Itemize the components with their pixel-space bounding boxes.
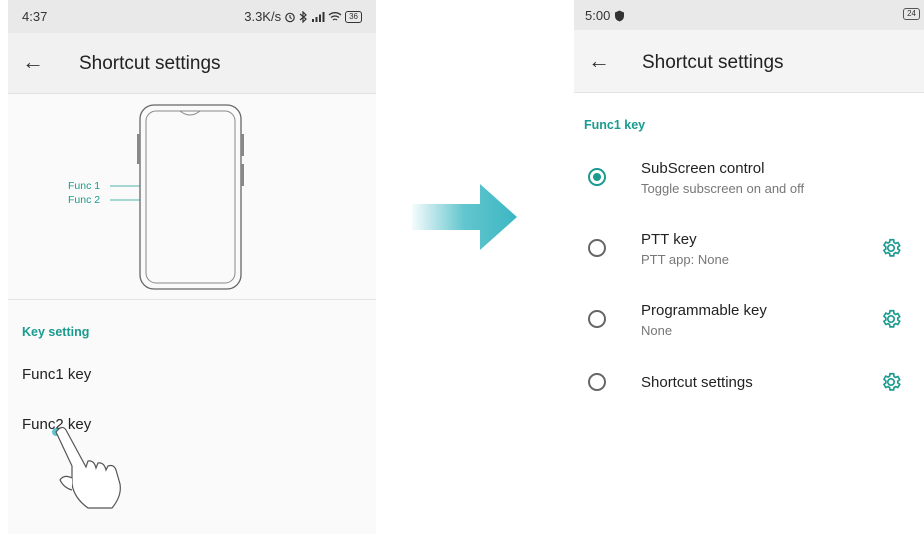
radio-button[interactable] [588, 239, 606, 257]
gear-icon[interactable] [880, 371, 902, 393]
section-label: Func1 key [584, 118, 646, 132]
status-icons: 3.3K/s 36 [244, 9, 362, 24]
gear-icon[interactable] [880, 237, 902, 259]
option-subtitle: Toggle subscreen on and off [641, 181, 805, 196]
back-arrow-icon[interactable]: ← [588, 48, 610, 74]
page-title: Shortcut settings [642, 52, 784, 73]
gear-icon[interactable] [880, 308, 902, 330]
shield-icon [615, 10, 625, 21]
phone-outline-illustration [110, 104, 244, 290]
status-time: 5:00 [585, 8, 611, 23]
signal-icon [312, 12, 325, 22]
page-title: Shortcut settings [79, 53, 221, 74]
status-bar: 5:00 24 [574, 0, 924, 30]
func2-label: Func 2 [68, 194, 101, 206]
bluetooth-icon [299, 10, 307, 23]
radio-button[interactable] [588, 373, 606, 391]
app-bar: ← Shortcut settings [574, 30, 924, 93]
section-label: Key setting [22, 325, 90, 339]
option-subtitle: PTT app: None [641, 252, 729, 267]
back-arrow-icon[interactable]: ← [22, 49, 44, 75]
option-ptt-key[interactable]: PTT key PTT app: None [574, 221, 924, 277]
network-speed: 3.3K/s [244, 9, 282, 24]
status-bar: 4:37 3.3K/s 36 [8, 0, 376, 33]
alarm-icon [285, 12, 295, 22]
option-programmable-key[interactable]: Programmable key None [574, 292, 924, 348]
radio-button-selected[interactable] [588, 168, 606, 186]
radio-button[interactable] [588, 310, 606, 328]
device-diagram: Func 1 Func 2 [8, 94, 376, 300]
func1-label: Func 1 [68, 180, 101, 192]
func1-key-item[interactable]: Func1 key [22, 366, 91, 383]
transition-arrow-icon [412, 184, 517, 250]
left-phone-screen: 4:37 3.3K/s 36 ← Shortcut settings Func … [8, 0, 376, 534]
option-title: Programmable key [641, 302, 767, 319]
option-title: Shortcut settings [641, 374, 753, 391]
right-phone-screen: 5:00 24 ← Shortcut settings Func1 key Su… [574, 0, 924, 534]
option-shortcut-settings[interactable]: Shortcut settings [574, 362, 924, 402]
option-subtitle: None [641, 323, 673, 338]
hand-pointer-icon [52, 426, 121, 509]
app-bar: ← Shortcut settings [8, 33, 376, 94]
wifi-icon [328, 12, 342, 21]
option-title: PTT key [641, 231, 697, 248]
battery-level: 24 [903, 8, 920, 20]
status-time: 4:37 [22, 9, 48, 24]
option-subscreen-control[interactable]: SubScreen control Toggle subscreen on an… [574, 150, 924, 206]
battery-icon: 36 [345, 10, 362, 23]
status-time-group: 5:00 [585, 8, 625, 23]
option-title: SubScreen control [641, 160, 765, 177]
battery-icon: 24 [903, 8, 920, 20]
